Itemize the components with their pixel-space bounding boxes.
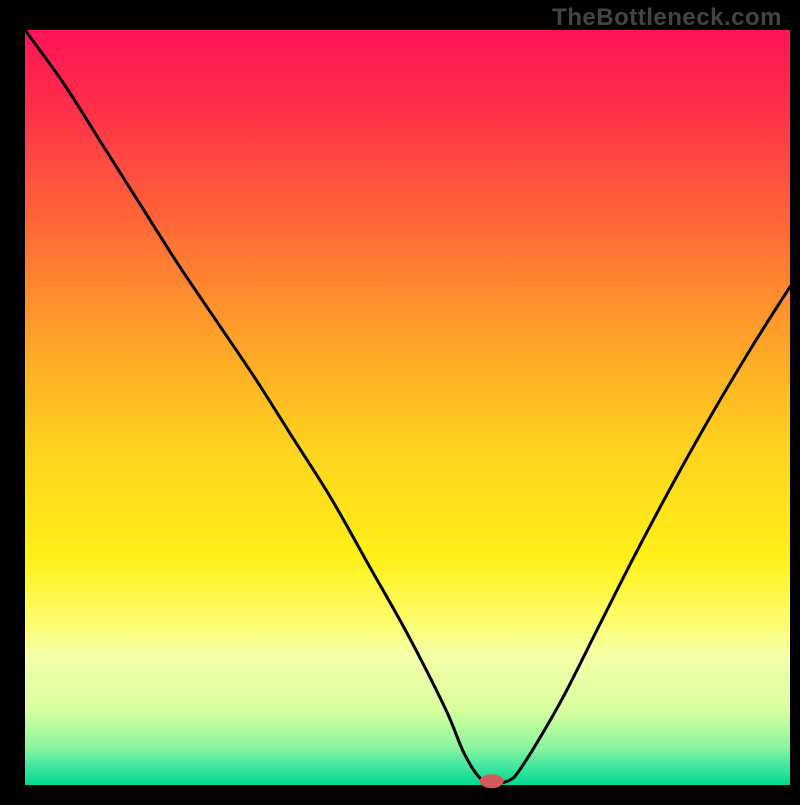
chart-frame: TheBottleneck.com <box>0 0 800 800</box>
bottleneck-chart <box>0 0 800 800</box>
plot-background <box>25 30 790 785</box>
watermark-text: TheBottleneck.com <box>552 4 782 32</box>
optimal-point-marker <box>480 774 504 788</box>
